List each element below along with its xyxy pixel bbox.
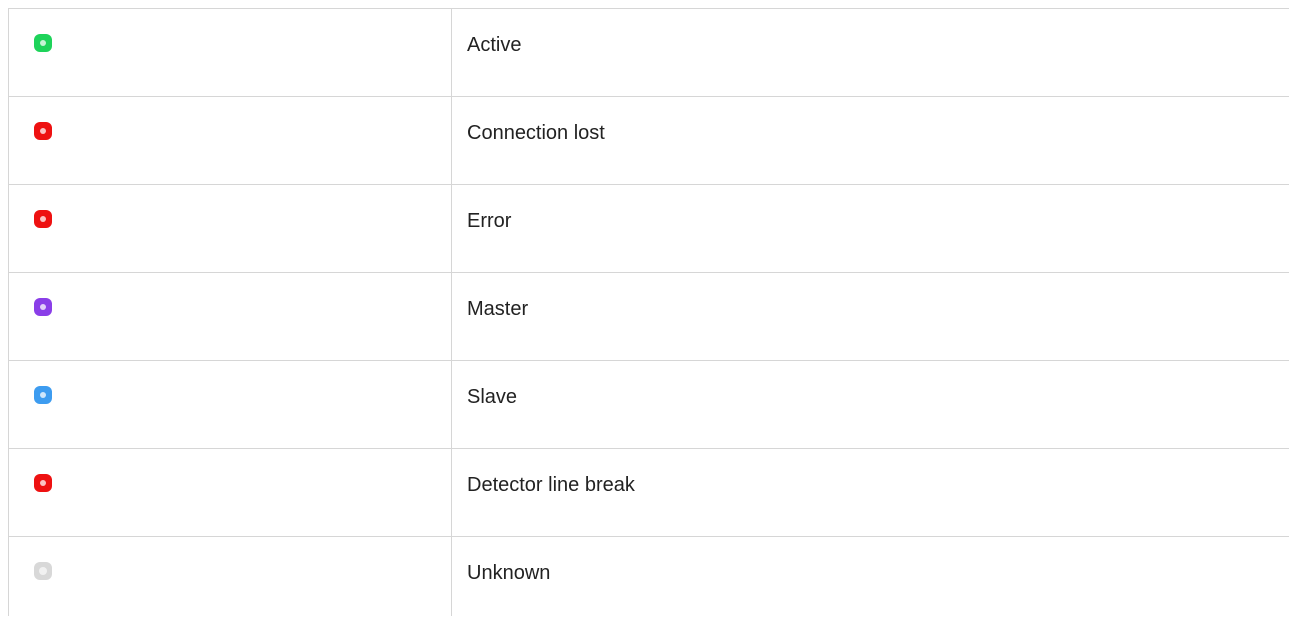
table-row: Slave (8, 360, 1289, 449)
red-status-icon (34, 210, 52, 228)
green-status-icon (34, 34, 52, 52)
status-label: Slave (467, 386, 518, 408)
status-icon-cell (8, 96, 452, 185)
status-label-cell: Connection lost (451, 96, 1289, 185)
status-icon-cell (8, 360, 452, 449)
status-label-cell: Master (451, 272, 1289, 361)
gray-status-icon (34, 562, 52, 580)
status-icon-cell (8, 272, 452, 361)
status-legend-table: Active Connection lost Error Master Slav… (8, 8, 1289, 616)
blue-status-icon (34, 386, 52, 404)
status-icon-cell (8, 184, 452, 273)
status-label: Active (467, 34, 522, 56)
table-row: Master (8, 272, 1289, 361)
purple-status-icon (34, 298, 52, 316)
red-status-icon (34, 474, 52, 492)
red-status-icon (34, 122, 52, 140)
table-row: Connection lost (8, 96, 1289, 185)
status-label: Unknown (467, 562, 551, 584)
table-row: Detector line break (8, 448, 1289, 537)
status-label: Detector line break (467, 474, 635, 496)
status-icon-cell (8, 8, 452, 97)
status-icon-cell (8, 448, 452, 537)
status-label: Connection lost (467, 122, 605, 144)
status-label-cell: Error (451, 184, 1289, 273)
status-label-cell: Detector line break (451, 448, 1289, 537)
table-row: Unknown (8, 536, 1289, 616)
status-label-cell: Unknown (451, 536, 1289, 616)
status-label-cell: Active (451, 8, 1289, 97)
table-row: Active (8, 8, 1289, 97)
status-icon-cell (8, 536, 452, 616)
table-row: Error (8, 184, 1289, 273)
status-label: Error (467, 210, 512, 232)
status-label: Master (467, 298, 529, 320)
status-label-cell: Slave (451, 360, 1289, 449)
